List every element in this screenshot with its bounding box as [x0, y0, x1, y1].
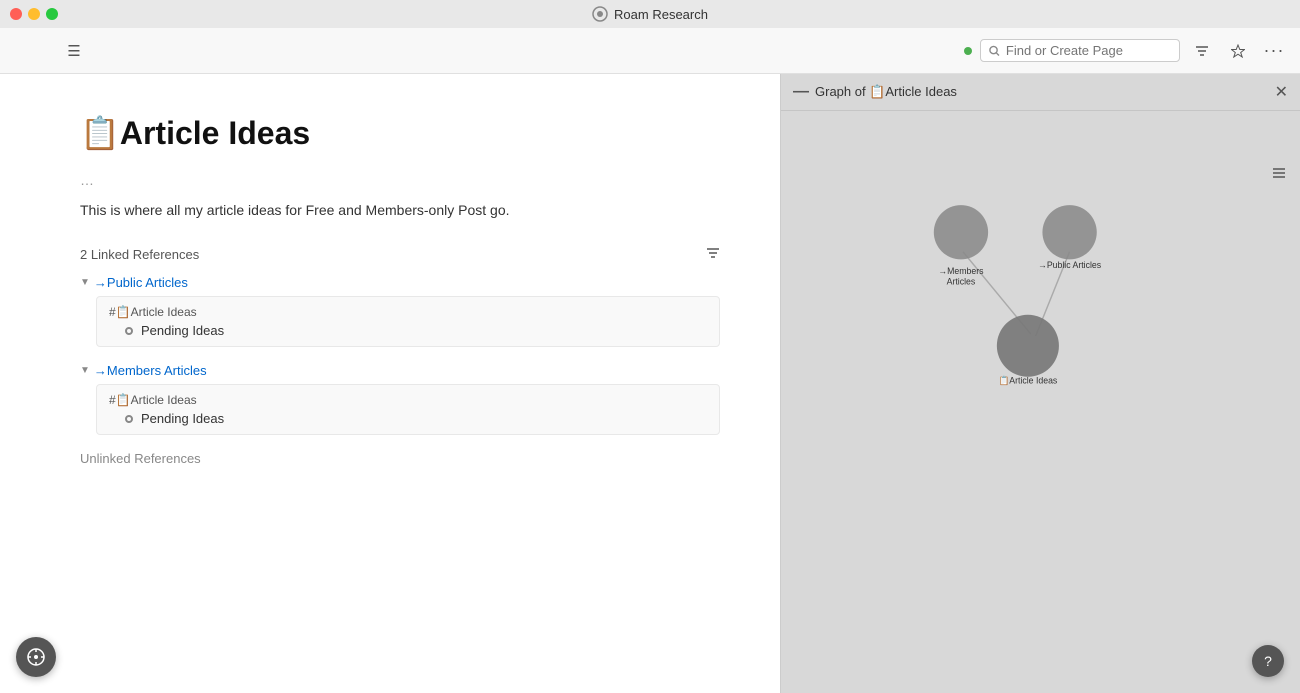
- unlinked-references[interactable]: Unlinked References: [80, 451, 720, 466]
- ref-card-title-text-members: #📋Article Ideas: [109, 393, 197, 407]
- search-icon: [989, 45, 1000, 57]
- help-button[interactable]: ?: [1252, 645, 1284, 677]
- ref-card-title-members[interactable]: #📋Article Ideas: [109, 393, 707, 407]
- members-articles-link[interactable]: →Members Articles: [94, 363, 207, 378]
- main-layout: 📋Article Ideas … This is where all my ar…: [0, 74, 1300, 693]
- graph-node-article-ideas[interactable]: 📋Article Ideas: [997, 315, 1059, 386]
- graph-collapse-button[interactable]: —: [793, 83, 809, 101]
- reference-group-public: ▼ →Public Articles #📋Article Ideas Pendi…: [80, 275, 720, 347]
- reference-card-members: #📋Article Ideas Pending Ideas: [96, 384, 720, 435]
- graph-visualization: →Members Articles →Public Articles 📋Arti…: [781, 111, 1300, 693]
- graph-node-members[interactable]: →Members Articles: [934, 205, 988, 287]
- maximize-button[interactable]: [46, 8, 58, 20]
- article-area: 📋Article Ideas … This is where all my ar…: [0, 74, 780, 693]
- public-articles-link[interactable]: →Public Articles: [94, 275, 188, 290]
- graph-header: — Graph of 📋Article Ideas ✕: [781, 74, 1300, 111]
- collapse-arrow-public: ▼: [80, 277, 90, 288]
- roam-logo-icon: [592, 6, 608, 22]
- toolbar-left: ☰: [12, 37, 956, 65]
- compass-icon: [26, 647, 46, 667]
- star-icon: [1231, 44, 1245, 58]
- more-icon: ···: [1264, 40, 1285, 61]
- app-title: Roam Research: [592, 6, 708, 22]
- graph-panel-icons: [1266, 161, 1292, 187]
- reference-group-header-public[interactable]: ▼ →Public Articles: [80, 275, 720, 290]
- article-description: This is where all my article ideas for F…: [80, 202, 720, 218]
- ref-card-content-members: Pending Ideas: [109, 411, 707, 426]
- graph-title-page: 📋Article Ideas: [869, 84, 957, 99]
- star-icon-button[interactable]: [1224, 37, 1252, 65]
- window-controls: [10, 8, 58, 20]
- hamburger-menu-button[interactable]: ☰: [60, 37, 88, 65]
- graph-title: Graph of 📋Article Ideas: [815, 84, 957, 100]
- bullet-circle-public: [125, 327, 133, 335]
- graph-title-prefix: Graph of: [815, 84, 869, 99]
- graph-list-icon-button[interactable]: [1266, 161, 1292, 187]
- svg-text:📋Article Ideas: 📋Article Ideas: [998, 376, 1057, 386]
- search-input[interactable]: [1006, 43, 1171, 58]
- references-filter-button[interactable]: [706, 246, 720, 263]
- bullet-circle-members: [125, 415, 133, 423]
- ref-card-pending-public: Pending Ideas: [141, 323, 224, 338]
- compass-button[interactable]: [16, 637, 56, 677]
- reference-card-public: #📋Article Ideas Pending Ideas: [96, 296, 720, 347]
- svg-text:→Members: →Members: [938, 266, 984, 276]
- list-icon: [1272, 167, 1286, 181]
- titlebar: Roam Research: [0, 0, 1300, 28]
- svg-text:Articles: Articles: [947, 277, 976, 287]
- svg-text:→Public Articles: →Public Articles: [1038, 260, 1102, 270]
- reference-group-members: ▼ →Members Articles #📋Article Ideas Pend…: [80, 363, 720, 435]
- ref-card-title-public[interactable]: #📋Article Ideas: [109, 305, 707, 319]
- breadcrumb-dots: …: [80, 172, 94, 188]
- minimize-button[interactable]: [28, 8, 40, 20]
- graph-header-left: — Graph of 📋Article Ideas: [793, 83, 957, 101]
- more-options-button[interactable]: ···: [1260, 37, 1288, 65]
- graph-close-button[interactable]: ✕: [1275, 82, 1288, 102]
- linked-references-header: 2 Linked References: [80, 246, 720, 263]
- search-container[interactable]: [980, 39, 1180, 62]
- toolbar-right: ···: [964, 37, 1288, 65]
- article-title: 📋Article Ideas: [80, 114, 720, 152]
- close-button[interactable]: [10, 8, 22, 20]
- ref-card-title-text-public: #📋Article Ideas: [109, 305, 197, 319]
- reference-group-header-members[interactable]: ▼ →Members Articles: [80, 363, 720, 378]
- ref-card-pending-members: Pending Ideas: [141, 411, 224, 426]
- filter-icon: [706, 246, 720, 260]
- right-panel: — Graph of 📋Article Ideas ✕ →: [780, 74, 1300, 693]
- filter-icon: [1195, 44, 1209, 58]
- linked-references-count: 2 Linked References: [80, 247, 199, 262]
- question-icon: ?: [1264, 653, 1272, 669]
- filter-icon-button[interactable]: [1188, 37, 1216, 65]
- breadcrumb: …: [80, 172, 720, 188]
- graph-content: →Members Articles →Public Articles 📋Arti…: [781, 111, 1300, 693]
- collapse-arrow-members: ▼: [80, 365, 90, 376]
- toolbar: ☰ ···: [0, 28, 1300, 74]
- connection-status-dot: [964, 47, 972, 55]
- app-title-text: Roam Research: [614, 7, 708, 22]
- ref-card-content-public: Pending Ideas: [109, 323, 707, 338]
- hamburger-icon: ☰: [67, 42, 80, 60]
